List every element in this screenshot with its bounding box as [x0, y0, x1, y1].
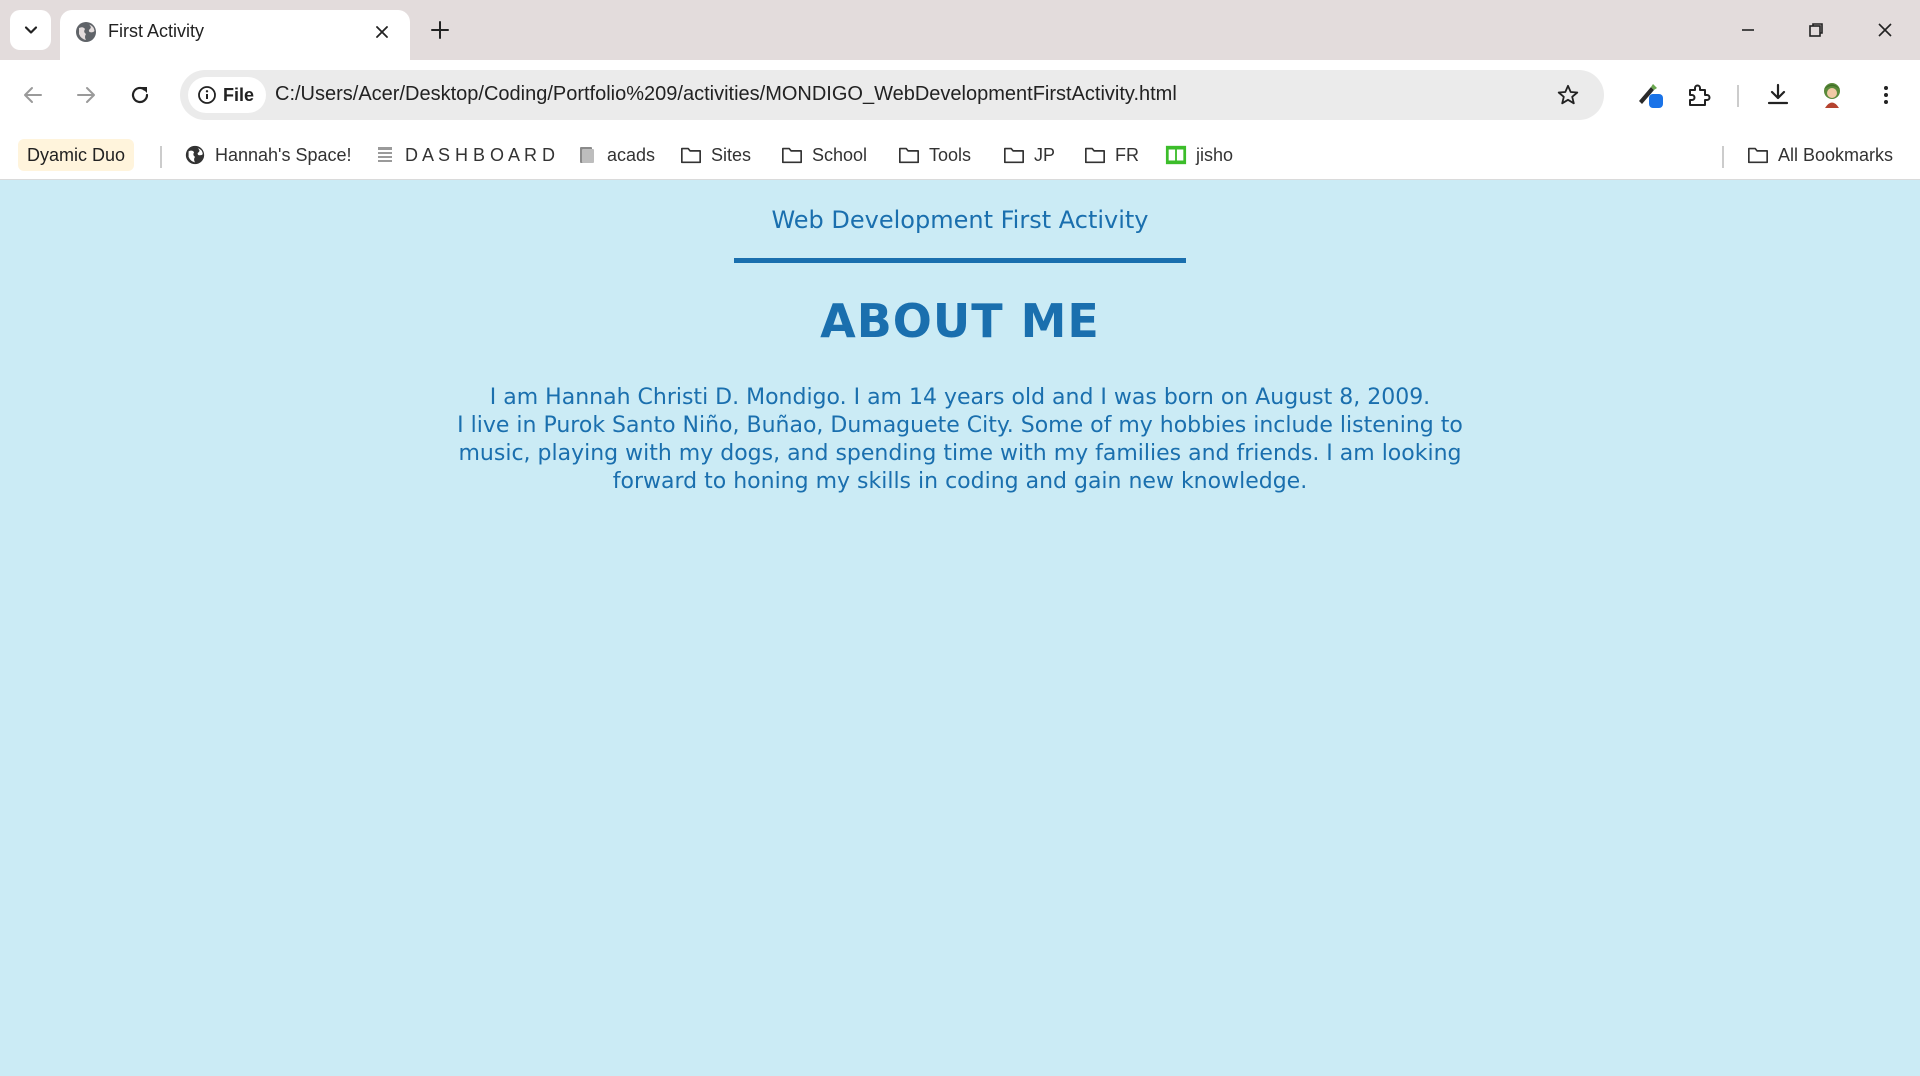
browser-toolbar: File C:/Users/Acer/Desktop/Coding/Portfo… — [0, 60, 1920, 130]
bookmarks-bar: Dyamic Duo Hannah's Space! D A S H B O A… — [0, 130, 1920, 180]
bookmark-folder-sites[interactable]: Sites — [680, 139, 751, 171]
bookmark-star-button[interactable] — [1554, 81, 1582, 109]
bookmark-hannahs-space[interactable]: Hannah's Space! — [184, 139, 352, 171]
star-icon — [1557, 84, 1579, 105]
minimize-button[interactable] — [1725, 10, 1771, 50]
folder-icon — [1747, 144, 1769, 166]
all-bookmarks-button[interactable]: All Bookmarks — [1747, 139, 1893, 171]
bookmark-label: FR — [1115, 144, 1139, 165]
list-icon — [374, 144, 396, 166]
url-text[interactable]: C:/Users/Acer/Desktop/Coding/Portfolio%2… — [275, 83, 1177, 106]
bookmark-folder-tools[interactable]: Tools — [898, 139, 971, 171]
globe-icon — [184, 144, 206, 166]
site-info-label: File — [223, 84, 255, 105]
header-divider — [734, 258, 1186, 263]
bookmark-separator — [1722, 146, 1724, 168]
menu-button[interactable] — [1868, 77, 1904, 113]
close-icon — [1878, 23, 1892, 37]
profile-avatar-button[interactable] — [1814, 77, 1850, 113]
download-icon — [1767, 83, 1789, 105]
reload-button[interactable] — [122, 77, 158, 113]
tab-title: First Activity — [108, 21, 205, 41]
folder-icon — [680, 144, 702, 166]
back-button[interactable] — [15, 77, 51, 113]
tab-first-activity[interactable]: First Activity — [60, 10, 410, 60]
folder-icon — [1003, 144, 1025, 166]
folder-icon — [781, 144, 803, 166]
folder-icon — [1084, 144, 1106, 166]
bookmark-label: Hannah's Space! — [215, 144, 352, 165]
bookmark-label: D A S H B O A R D — [405, 144, 556, 165]
bookmark-label: Tools — [929, 144, 972, 165]
bookmark-folder-fr[interactable]: FR — [1084, 139, 1139, 171]
downloads-button[interactable] — [1760, 77, 1796, 113]
bookmark-label: JP — [1034, 144, 1056, 165]
bookmark-folder-school[interactable]: School — [781, 139, 867, 171]
puzzle-icon — [1689, 84, 1711, 106]
about-me-line-2: I live in Purok Santo Niño, Buñao, Dumag… — [457, 413, 1463, 494]
folder-icon — [898, 144, 920, 166]
minimize-icon — [1742, 29, 1754, 31]
all-bookmarks-label: All Bookmarks — [1778, 144, 1894, 165]
about-me-paragraph: I am Hannah Christi D. Mondigo. I am 14 … — [420, 384, 1500, 496]
book-icon — [576, 144, 598, 166]
arrow-right-icon — [77, 87, 95, 103]
bookmark-label: Sites — [711, 144, 752, 165]
about-me-line-1: I am Hannah Christi D. Mondigo. I am 14 … — [489, 385, 1431, 410]
bookmark-label: acads — [607, 144, 656, 165]
bookmark-separator — [160, 146, 162, 168]
toolbar-separator — [1737, 85, 1739, 107]
arrow-left-icon — [24, 87, 42, 103]
extension-pinned-button[interactable] — [1632, 77, 1668, 113]
plus-icon — [431, 21, 449, 39]
restore-button[interactable] — [1793, 10, 1839, 50]
bookmark-acads[interactable]: acads — [576, 139, 655, 171]
avatar-icon — [1824, 83, 1840, 108]
bookmark-label: School — [812, 144, 868, 165]
restore-icon — [1809, 23, 1823, 37]
close-icon — [376, 26, 388, 38]
forward-button[interactable] — [68, 77, 104, 113]
page-header-title: Web Development First Activity — [771, 206, 1149, 234]
tab-strip: First Activity — [0, 0, 1920, 60]
bookmark-label: jisho — [1196, 144, 1234, 165]
bookmark-dashboard[interactable]: D A S H B O A R D — [374, 139, 555, 171]
bookmark-dyamic-duo[interactable]: Dyamic Duo — [18, 139, 135, 171]
about-me-heading: ABOUT ME — [820, 294, 1100, 348]
bookmark-folder-jp[interactable]: JP — [1003, 139, 1055, 171]
bookmark-jisho[interactable]: jisho — [1165, 139, 1233, 171]
extensions-button[interactable] — [1681, 77, 1717, 113]
info-icon — [198, 86, 216, 104]
address-bar[interactable]: File C:/Users/Acer/Desktop/Coding/Portfo… — [180, 70, 1604, 120]
chevron-down-icon — [24, 26, 37, 34]
jisho-icon — [1165, 144, 1187, 166]
kebab-menu-icon — [1884, 86, 1888, 104]
tab-search-button[interactable] — [10, 10, 51, 50]
extension-pen-icon — [1639, 84, 1663, 108]
new-tab-button[interactable] — [424, 14, 456, 46]
tab-close-button[interactable] — [368, 18, 396, 46]
globe-icon — [76, 22, 96, 42]
bookmark-label: Dyamic Duo — [27, 144, 126, 165]
close-window-button[interactable] — [1862, 10, 1908, 50]
reload-icon — [131, 86, 149, 104]
page-viewport: Web Development First Activity ABOUT ME … — [0, 181, 1920, 1076]
site-info-chip[interactable]: File — [188, 77, 266, 113]
